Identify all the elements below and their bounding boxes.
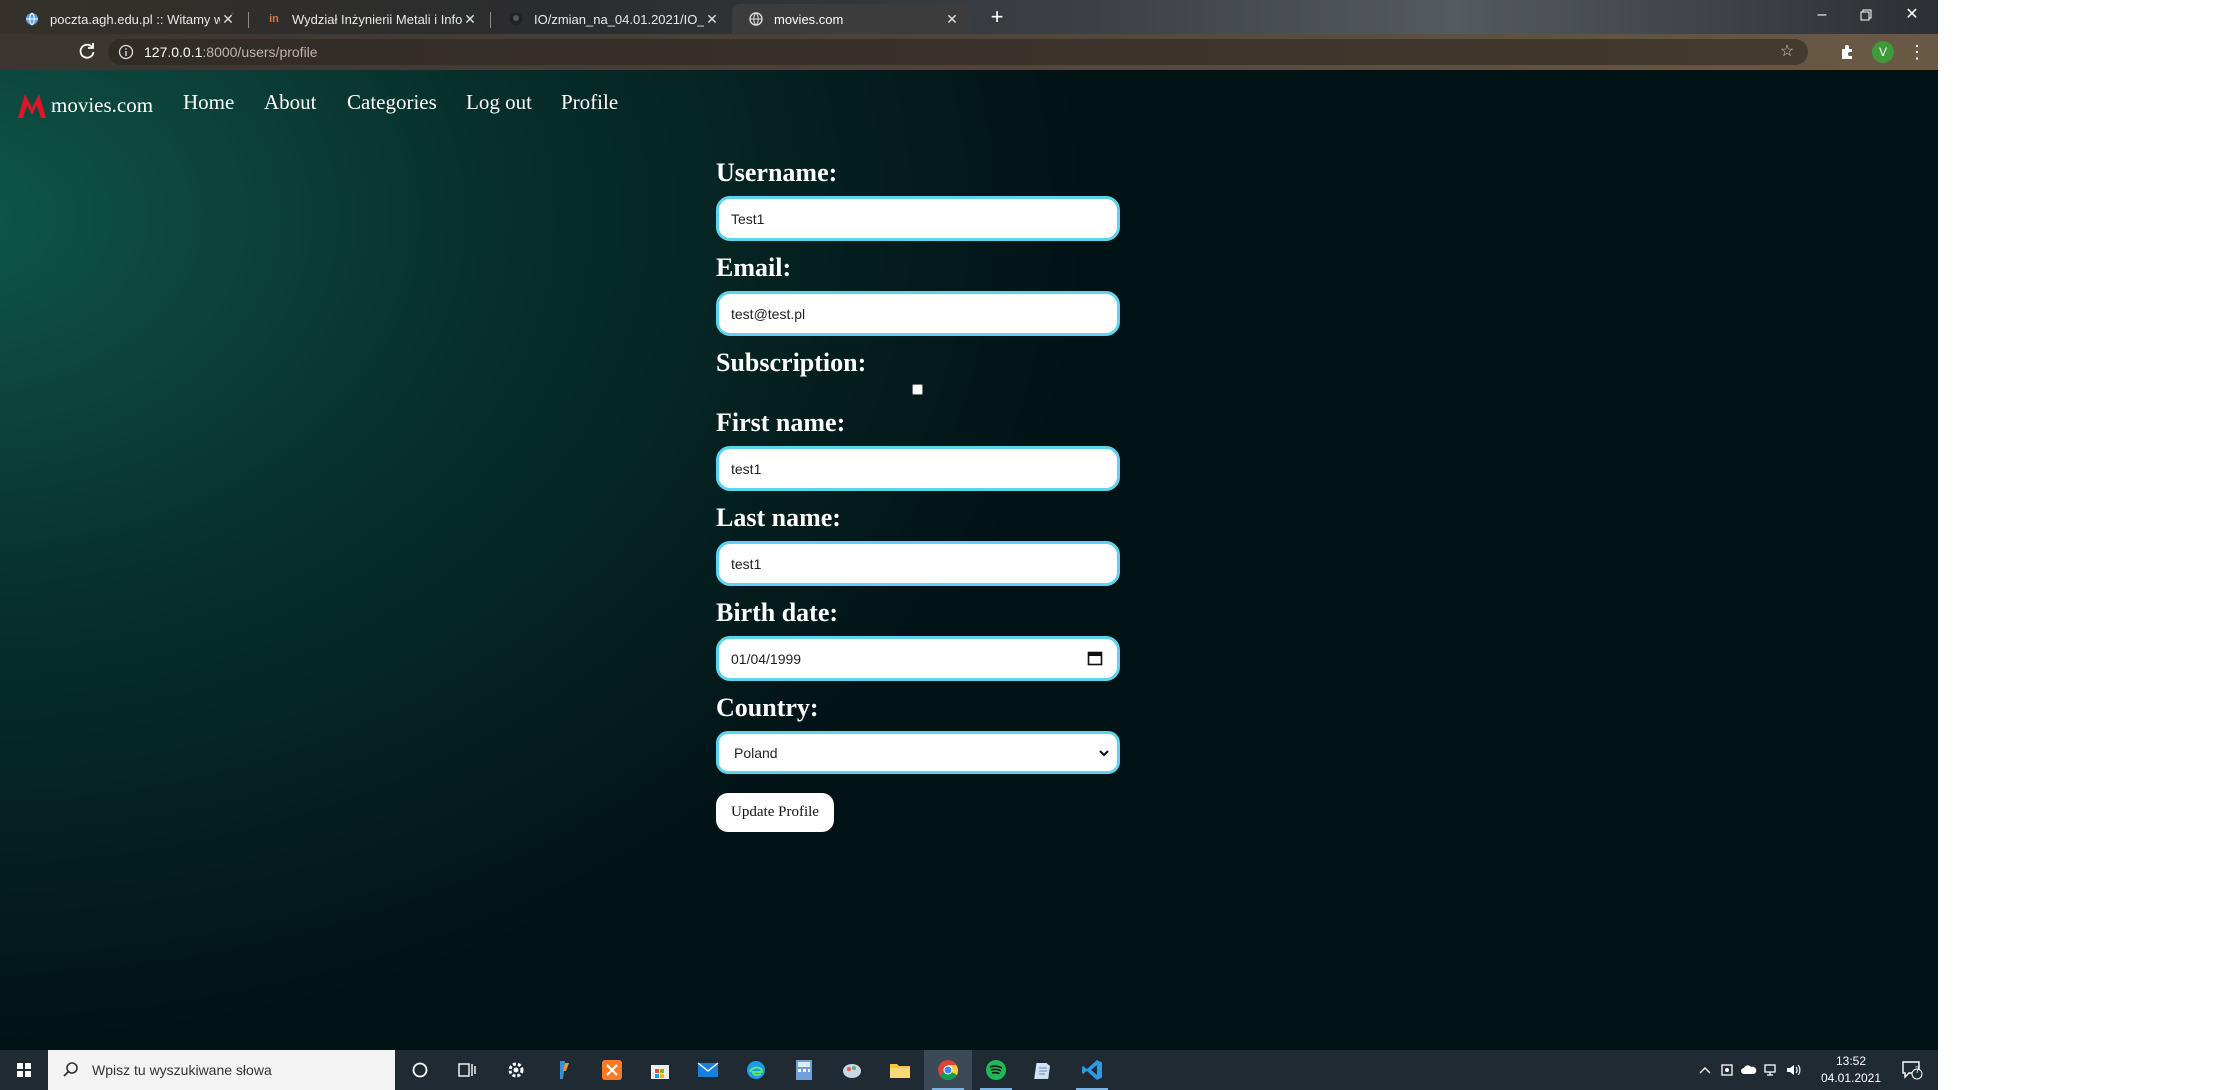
- tab-title: Wydział Inżynierii Metali i Inform: [292, 11, 462, 27]
- profile-form: Username: Email: Subscription: First nam…: [716, 156, 1122, 832]
- meet-now-icon[interactable]: [1716, 1050, 1738, 1090]
- tab-close-icon[interactable]: ✕: [704, 11, 720, 28]
- github-icon: [508, 11, 524, 27]
- cortana-icon[interactable]: [396, 1050, 444, 1090]
- brand-link[interactable]: movies.com: [16, 90, 153, 120]
- nav-home[interactable]: Home: [183, 90, 234, 115]
- profile-avatar[interactable]: V: [1872, 41, 1894, 63]
- xampp-icon[interactable]: [588, 1050, 636, 1090]
- tab-title: IO/zmian_na_04.01.2021/IO_proj: [534, 11, 704, 27]
- email-input[interactable]: [716, 291, 1120, 336]
- tab-separator: [490, 12, 491, 28]
- onedrive-icon[interactable]: [1738, 1050, 1760, 1090]
- browser-tab[interactable]: poczta.agh.edu.pl :: Witamy w p ✕: [8, 4, 246, 34]
- volume-icon[interactable]: [1782, 1050, 1804, 1090]
- clock-time: 13:52: [1835, 1054, 1867, 1068]
- update-profile-button[interactable]: Update Profile: [716, 793, 834, 832]
- url-path: :8000/users/profile: [202, 44, 318, 60]
- file-explorer-icon[interactable]: [876, 1050, 924, 1090]
- birth-date-label: Birth date:: [716, 598, 839, 627]
- browser-toolbar: 127.0.0.1:8000/users/profile ☆ V ⋮: [0, 34, 1938, 70]
- minimize-icon[interactable]: –: [1802, 2, 1842, 28]
- tab-separator: [248, 12, 249, 28]
- chevron-up-icon[interactable]: [1694, 1050, 1716, 1090]
- nav-categories[interactable]: Categories: [347, 90, 437, 115]
- taskbar-clock[interactable]: 13:52 04.01.2021: [1815, 1053, 1887, 1087]
- store-icon[interactable]: [636, 1050, 684, 1090]
- calculator-icon[interactable]: [780, 1050, 828, 1090]
- username-label: Username:: [716, 158, 838, 187]
- browser-tab[interactable]: IO/zmian_na_04.01.2021/IO_proj ✕: [492, 4, 730, 34]
- url-text: 127.0.0.1:8000/users/profile: [144, 44, 318, 60]
- mail-icon[interactable]: [684, 1050, 732, 1090]
- restore-icon[interactable]: [1846, 2, 1886, 28]
- network-icon[interactable]: [1760, 1050, 1782, 1090]
- first-name-input[interactable]: [716, 446, 1120, 491]
- info-icon[interactable]: [118, 44, 134, 60]
- address-bar[interactable]: 127.0.0.1:8000/users/profile ☆: [108, 39, 1808, 65]
- extensions-icon[interactable]: [1838, 42, 1858, 62]
- menu-dots-icon[interactable]: ⋮: [1908, 40, 1926, 64]
- chevron-down-icon: [1099, 750, 1109, 757]
- notepad-icon[interactable]: [1020, 1050, 1068, 1090]
- settings-gear-icon[interactable]: [492, 1050, 540, 1090]
- windows-start-icon[interactable]: [0, 1050, 48, 1090]
- last-name-input[interactable]: [716, 541, 1120, 586]
- url-host: 127.0.0.1: [144, 44, 203, 60]
- subscription-row: [716, 384, 1122, 400]
- screen: poczta.agh.edu.pl :: Witamy w p ✕ in Wyd…: [0, 0, 1938, 1090]
- brand-name: movies.com: [51, 92, 154, 117]
- reload-icon[interactable]: [76, 40, 98, 62]
- taskbar-search-placeholder: Wpisz tu wyszukiwane słowa: [92, 1062, 272, 1078]
- first-name-label: First name:: [716, 408, 846, 437]
- country-selected-value: Poland: [734, 745, 778, 761]
- task-view-icon[interactable]: [444, 1050, 492, 1090]
- nav-logout[interactable]: Log out: [466, 90, 532, 115]
- browser-tab-strip: poczta.agh.edu.pl :: Witamy w p ✕ in Wyd…: [0, 0, 1938, 34]
- spotify-icon[interactable]: [972, 1050, 1020, 1090]
- last-name-label: Last name:: [716, 503, 841, 532]
- windows-taskbar: Wpisz tu wyszukiwane słowa 13:52 04.01.2…: [0, 1050, 1938, 1090]
- email-label: Email:: [716, 253, 792, 282]
- brand-logo-icon: [18, 94, 46, 118]
- country-select[interactable]: Poland: [716, 731, 1120, 774]
- submit-row: Update Profile: [716, 793, 1122, 832]
- globe-icon: [24, 11, 40, 27]
- search-icon: [62, 1061, 80, 1079]
- close-window-icon[interactable]: ✕: [1892, 2, 1932, 28]
- subscription-checkbox[interactable]: [912, 384, 923, 395]
- edge-icon[interactable]: [732, 1050, 780, 1090]
- username-input[interactable]: [716, 196, 1120, 241]
- globe-icon: [748, 11, 764, 27]
- tab-close-icon[interactable]: ✕: [220, 11, 236, 28]
- chrome-icon[interactable]: [924, 1050, 972, 1090]
- notification-count: 7: [1915, 1065, 1921, 1075]
- new-tab-button[interactable]: +: [985, 6, 1009, 30]
- browser-tab[interactable]: in Wydział Inżynierii Metali i Inform ✕: [250, 4, 488, 34]
- tab-title: poczta.agh.edu.pl :: Witamy w p: [50, 11, 220, 27]
- tab-close-icon[interactable]: ✕: [462, 11, 478, 28]
- tab-close-icon[interactable]: ✕: [944, 11, 960, 28]
- browser-tab-active[interactable]: movies.com ✕: [732, 4, 970, 34]
- nav-profile[interactable]: Profile: [561, 90, 618, 115]
- calendar-icon[interactable]: [1087, 650, 1103, 666]
- birth-date-value: 01/04/1999: [731, 651, 802, 667]
- agh-icon: in: [269, 13, 279, 25]
- vscode-icon[interactable]: [1068, 1050, 1116, 1090]
- page-viewport: movies.com Home About Categories Log out…: [0, 70, 1938, 1050]
- taskbar-search[interactable]: Wpisz tu wyszukiwane słowa: [48, 1050, 395, 1090]
- nav-about[interactable]: About: [264, 90, 317, 115]
- tab-title: movies.com: [774, 11, 844, 27]
- clock-date: 04.01.2021: [1820, 1071, 1882, 1085]
- bookmark-star-icon[interactable]: ☆: [1778, 43, 1796, 61]
- system-tray: [1694, 1050, 1804, 1090]
- country-label: Country:: [716, 693, 819, 722]
- birth-date-input[interactable]: 01/04/1999: [716, 636, 1120, 681]
- subscription-label: Subscription:: [716, 348, 867, 377]
- notification-center-icon[interactable]: 7: [1894, 1050, 1930, 1090]
- paint-app-icon[interactable]: [540, 1050, 588, 1090]
- site-navbar: movies.com Home About Categories Log out…: [0, 70, 1938, 134]
- paint3d-icon[interactable]: [828, 1050, 876, 1090]
